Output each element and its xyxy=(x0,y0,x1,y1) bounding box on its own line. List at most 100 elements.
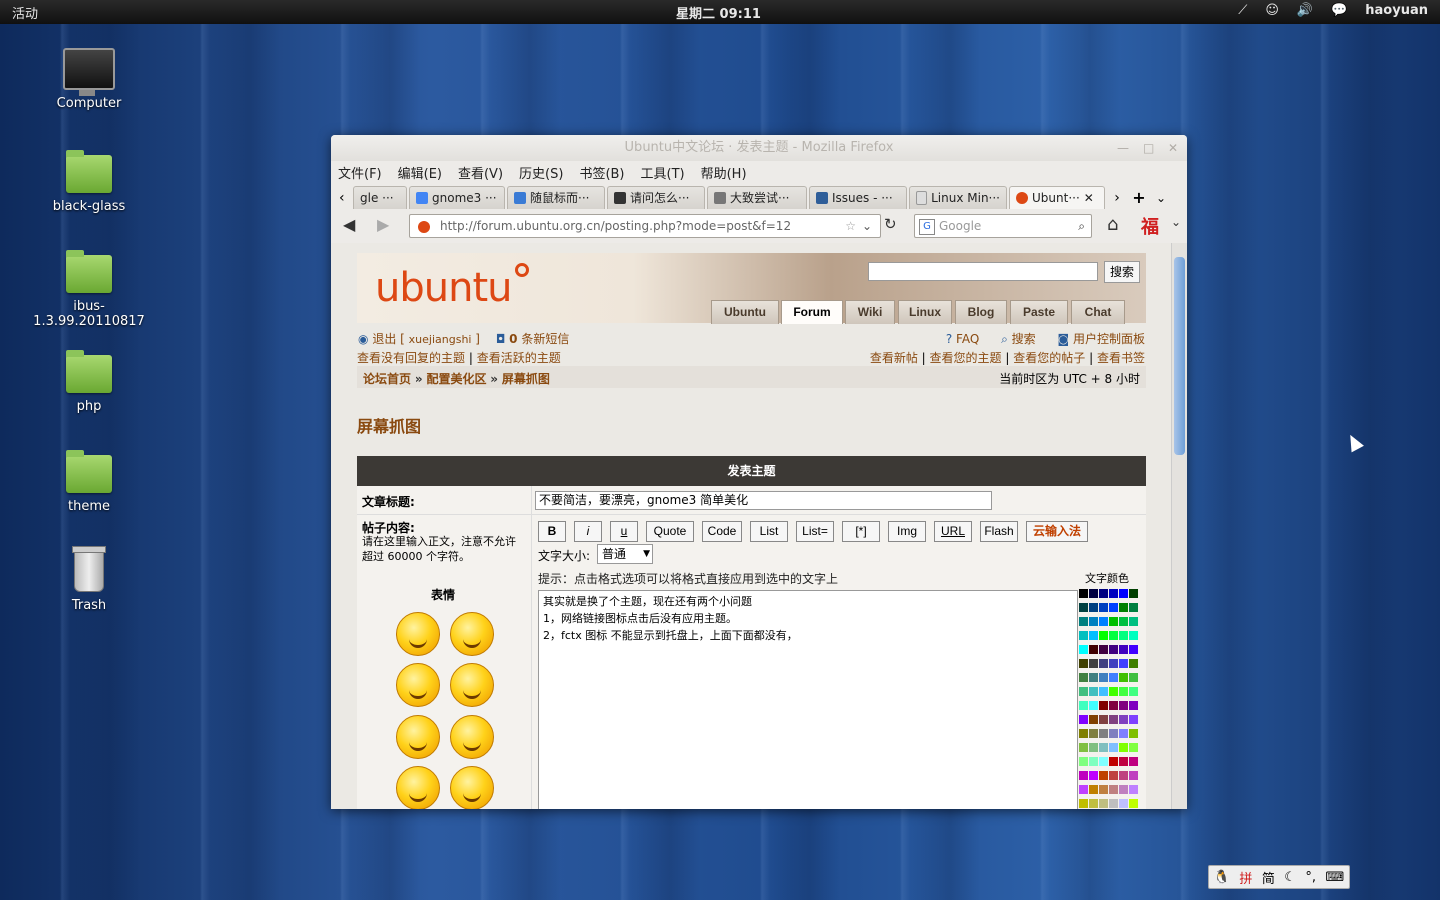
color-swatch[interactable] xyxy=(1089,785,1098,794)
color-swatch[interactable] xyxy=(1129,645,1138,654)
nav-tab-blog[interactable]: Blog xyxy=(955,300,1007,324)
tab[interactable]: 请问怎么··· xyxy=(607,186,705,209)
color-swatch[interactable] xyxy=(1109,743,1118,752)
faq-link[interactable]: FAQ xyxy=(956,332,979,346)
page-title[interactable]: 屏幕抓图 xyxy=(357,413,421,437)
bold-button[interactable]: B xyxy=(538,521,566,542)
search-link[interactable]: 搜索 xyxy=(1012,332,1036,346)
color-swatch[interactable] xyxy=(1099,589,1108,598)
italic-button[interactable]: i xyxy=(574,521,602,542)
color-swatch[interactable] xyxy=(1099,687,1108,696)
color-swatch[interactable] xyxy=(1079,715,1088,724)
color-swatch[interactable] xyxy=(1119,757,1128,766)
color-swatch[interactable] xyxy=(1109,729,1118,738)
subject-input[interactable]: 不要简洁，要漂亮，gnome3 简单美化 xyxy=(535,491,992,510)
color-swatch[interactable] xyxy=(1109,645,1118,654)
color-swatch[interactable] xyxy=(1089,631,1098,640)
messages-link[interactable]: 条新短信 xyxy=(521,332,569,346)
back-icon[interactable]: ◀ xyxy=(343,215,355,234)
unanswered-link[interactable]: 查看没有回复的主题 xyxy=(357,351,465,365)
tab[interactable]: 大致尝试··· xyxy=(707,186,807,209)
chat-icon[interactable]: 💬 xyxy=(1331,3,1347,18)
new-posts-link[interactable]: 查看新帖 xyxy=(870,351,918,365)
color-swatch[interactable] xyxy=(1119,799,1128,808)
desktop-icon-trash[interactable]: Trash xyxy=(24,546,154,613)
tab[interactable]: gnome3 ··· xyxy=(409,186,505,209)
smiley-icon[interactable] xyxy=(396,612,440,656)
color-swatch[interactable] xyxy=(1089,617,1098,626)
user-menu[interactable]: haoyuan xyxy=(1365,3,1428,18)
color-swatch[interactable] xyxy=(1129,659,1138,668)
color-swatch[interactable] xyxy=(1109,799,1118,808)
color-swatch[interactable] xyxy=(1119,715,1128,724)
vertical-scrollbar[interactable] xyxy=(1171,243,1187,809)
color-swatch[interactable] xyxy=(1089,701,1098,710)
color-swatch[interactable] xyxy=(1089,771,1098,780)
desktop-icon-theme[interactable]: theme xyxy=(24,450,154,514)
scrollbar-thumb[interactable] xyxy=(1174,257,1185,455)
url-bar[interactable]: http://forum.ubuntu.org.cn/posting.php?m… xyxy=(409,214,881,238)
color-swatch[interactable] xyxy=(1099,631,1108,640)
color-swatch[interactable] xyxy=(1129,799,1138,808)
nav-tab-linux[interactable]: Linux xyxy=(898,300,952,324)
color-swatch[interactable] xyxy=(1109,617,1118,626)
volume-icon[interactable]: 🔊 xyxy=(1297,3,1313,18)
menu-dropdown-icon[interactable]: ⌄ xyxy=(1171,215,1181,229)
color-swatch[interactable] xyxy=(1099,799,1108,808)
tab-scroll-left-icon[interactable]: ‹ xyxy=(339,187,353,209)
color-swatch[interactable] xyxy=(1119,729,1128,738)
color-swatch[interactable] xyxy=(1079,701,1088,710)
color-swatch[interactable] xyxy=(1089,715,1098,724)
smiley-icon[interactable] xyxy=(396,766,440,809)
color-swatch[interactable] xyxy=(1129,757,1138,766)
menu-tools[interactable]: 工具(T) xyxy=(641,163,685,182)
color-swatch[interactable] xyxy=(1129,687,1138,696)
list-item-button[interactable]: [*] xyxy=(842,521,880,542)
ubuntu-logo[interactable]: ubuntu xyxy=(375,265,512,311)
color-swatch[interactable] xyxy=(1099,729,1108,738)
minimize-icon[interactable]: — xyxy=(1117,135,1129,161)
smiley-icon[interactable] xyxy=(450,766,494,809)
tab-list-icon[interactable]: ⌄ xyxy=(1151,187,1171,209)
code-button[interactable]: Code xyxy=(702,521,742,542)
color-swatch[interactable] xyxy=(1079,729,1088,738)
color-swatch[interactable] xyxy=(1079,631,1088,640)
color-swatch[interactable] xyxy=(1109,659,1118,668)
breadcrumb-forum[interactable]: 屏幕抓图 xyxy=(502,372,550,386)
color-swatch[interactable] xyxy=(1109,757,1118,766)
color-swatch[interactable] xyxy=(1099,701,1108,710)
desktop-icon-computer[interactable]: Computer xyxy=(24,48,154,111)
color-swatch[interactable] xyxy=(1129,771,1138,780)
underline-button[interactable]: u xyxy=(610,521,638,542)
color-swatch[interactable] xyxy=(1089,603,1098,612)
color-swatch[interactable] xyxy=(1079,617,1088,626)
url-dropdown-icon[interactable]: ⌄ xyxy=(862,215,872,237)
new-tab-icon[interactable]: + xyxy=(1127,187,1151,209)
nav-tab-paste[interactable]: Paste xyxy=(1010,300,1068,324)
menu-file[interactable]: 文件(F) xyxy=(338,163,382,182)
flash-button[interactable]: Flash xyxy=(980,521,1018,542)
quote-button[interactable]: Quote xyxy=(646,521,694,542)
color-swatch[interactable] xyxy=(1119,645,1128,654)
color-swatch[interactable] xyxy=(1089,799,1098,808)
color-swatch[interactable] xyxy=(1129,617,1138,626)
reload-icon[interactable]: ↻ xyxy=(884,215,897,233)
color-swatch[interactable] xyxy=(1079,757,1088,766)
tab[interactable]: Issues - ··· xyxy=(809,186,907,209)
color-swatch[interactable] xyxy=(1119,589,1128,598)
clock[interactable]: 星期二 09:11 xyxy=(676,3,761,22)
maximize-icon[interactable]: □ xyxy=(1143,135,1154,161)
color-swatch[interactable] xyxy=(1129,631,1138,640)
color-swatch[interactable] xyxy=(1109,701,1118,710)
smiley-icon[interactable] xyxy=(450,715,494,759)
site-identity-icon[interactable] xyxy=(418,220,430,233)
color-swatch[interactable] xyxy=(1129,603,1138,612)
color-swatch[interactable] xyxy=(1089,687,1098,696)
menu-view[interactable]: 查看(V) xyxy=(458,163,503,182)
color-swatch[interactable] xyxy=(1099,603,1108,612)
color-swatch[interactable] xyxy=(1129,785,1138,794)
list-ordered-button[interactable]: List= xyxy=(796,521,834,542)
active-topics-link[interactable]: 查看活跃的主题 xyxy=(477,351,561,365)
list-button[interactable]: List xyxy=(750,521,788,542)
color-swatch[interactable] xyxy=(1119,603,1128,612)
